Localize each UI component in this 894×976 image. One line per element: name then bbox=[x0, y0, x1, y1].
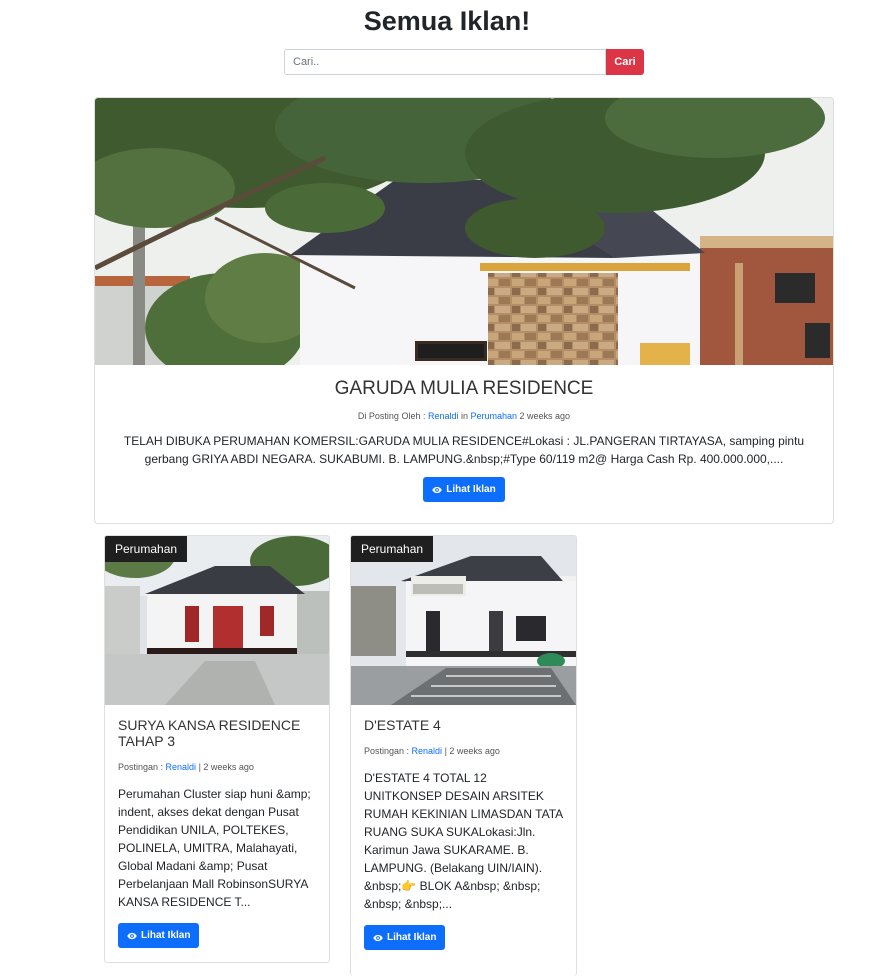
listing-meta: Postingan : Renaldi | 2 weeks ago bbox=[118, 762, 316, 772]
featured-listing-title[interactable]: GARUDA MULIA RESIDENCE bbox=[95, 378, 833, 400]
search-input[interactable] bbox=[284, 49, 606, 75]
post-time: | 2 weeks ago bbox=[442, 746, 500, 756]
featured-listing-image[interactable] bbox=[95, 98, 833, 365]
category-link[interactable]: Perumahan bbox=[471, 411, 518, 421]
view-listing-label: Lihat Iklan bbox=[387, 932, 437, 943]
search-bar: Cari bbox=[284, 49, 644, 75]
listing-description: Perumahan Cluster siap huni &amp; indent… bbox=[118, 787, 311, 909]
author-link[interactable]: Renaldi bbox=[412, 746, 443, 756]
author-link[interactable]: Renaldi bbox=[166, 762, 197, 772]
post-time: | 2 weeks ago bbox=[196, 762, 254, 772]
eye-icon bbox=[432, 486, 442, 493]
listing-title[interactable]: D'ESTATE 4 bbox=[364, 717, 563, 733]
listing-card: Perumahan D'ESTATE 4 Postingan : Renaldi… bbox=[350, 535, 577, 976]
category-badge: Perumahan bbox=[351, 536, 434, 562]
category-badge: Perumahan bbox=[105, 536, 188, 562]
featured-listing-description: TELAH DIBUKA PERUMAHAN KOMERSIL:GARUDA M… bbox=[123, 434, 805, 466]
view-listing-label: Lihat Iklan bbox=[446, 484, 496, 495]
meta-prefix: Di Posting Oleh : bbox=[357, 411, 428, 421]
listing-title[interactable]: SURYA KANSA RESIDENCE TAHAP 3 bbox=[118, 717, 316, 749]
listing-meta: Postingan : Renaldi | 2 weeks ago bbox=[364, 746, 563, 756]
page-title: Semua Iklan! bbox=[363, 6, 531, 36]
meta-prefix: Postingan : bbox=[364, 746, 412, 756]
eye-icon bbox=[127, 932, 137, 939]
listing-description: D'ESTATE 4 TOTAL 12 UNITKONSEP DESAIN AR… bbox=[364, 771, 563, 911]
post-time: 2 weeks ago bbox=[517, 411, 571, 421]
view-listing-button[interactable]: Lihat Iklan bbox=[364, 925, 446, 950]
author-link[interactable]: Renaldi bbox=[428, 411, 459, 421]
view-listing-label: Lihat Iklan bbox=[141, 930, 191, 941]
featured-listing-card: GARUDA MULIA RESIDENCE Di Posting Oleh :… bbox=[94, 97, 834, 524]
view-listing-button[interactable]: Lihat Iklan bbox=[118, 923, 200, 948]
search-button[interactable]: Cari bbox=[606, 49, 644, 75]
meta-prefix: Postingan : bbox=[118, 762, 166, 772]
listing-card: Perumahan SURYA KANSA RESIDENCE TAHAP 3 … bbox=[104, 535, 330, 963]
meta-in-word: in bbox=[458, 411, 471, 421]
listing-image[interactable]: Perumahan bbox=[351, 536, 576, 705]
eye-icon bbox=[373, 934, 383, 941]
featured-listing-meta: Di Posting Oleh : Renaldi in Perumahan 2… bbox=[95, 411, 833, 421]
view-listing-button[interactable]: Lihat Iklan bbox=[423, 477, 505, 502]
listing-image[interactable]: Perumahan bbox=[105, 536, 329, 705]
